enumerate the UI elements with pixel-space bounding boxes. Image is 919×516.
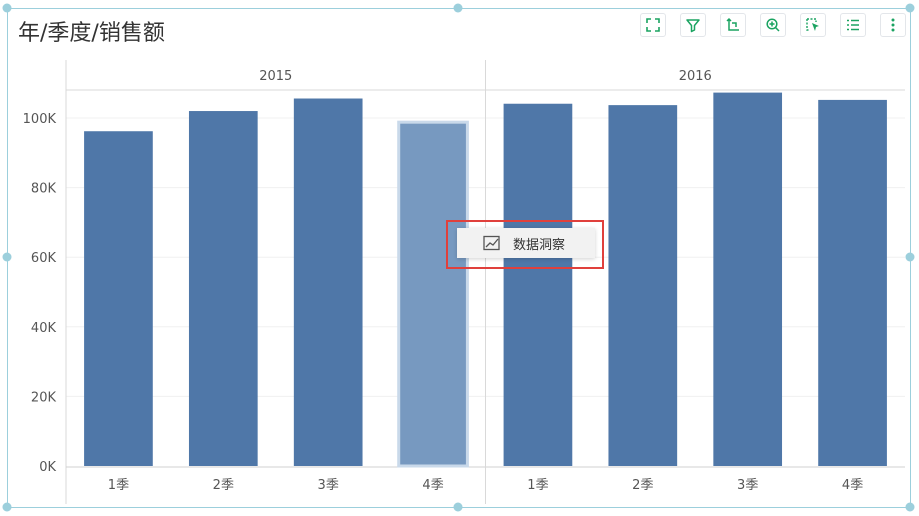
y-tick-label: 60K <box>31 251 57 266</box>
x-tick-label: 2季 <box>213 478 234 493</box>
x-tick-label: 1季 <box>527 478 548 493</box>
x-tick-label: 4季 <box>842 478 863 493</box>
trend-chart-icon <box>483 235 500 251</box>
data-insight-label: 数据洞察 <box>513 237 566 253</box>
y-tick-label: 0K <box>39 460 56 475</box>
x-tick-label: 3季 <box>318 478 339 493</box>
data-insight-menu-item[interactable]: 数据洞察 <box>457 228 595 258</box>
bar[interactable] <box>818 99 887 467</box>
x-tick-label: 2季 <box>632 478 653 493</box>
group-label: 2016 <box>679 69 712 84</box>
bar[interactable] <box>293 98 363 467</box>
x-tick-label: 3季 <box>737 478 758 493</box>
bar[interactable] <box>713 92 783 466</box>
x-tick-label: 4季 <box>422 478 443 493</box>
bar[interactable] <box>188 111 258 466</box>
y-tick-label: 80K <box>31 182 57 197</box>
bar[interactable] <box>503 103 573 467</box>
bar-selected[interactable] <box>397 120 469 468</box>
group-label: 2015 <box>259 69 292 84</box>
y-tick-label: 20K <box>31 390 57 405</box>
y-tick-label: 100K <box>23 112 57 127</box>
x-tick-label: 1季 <box>108 478 129 493</box>
bar[interactable] <box>84 131 153 466</box>
y-tick-label: 40K <box>31 321 57 336</box>
bar[interactable] <box>608 105 678 467</box>
